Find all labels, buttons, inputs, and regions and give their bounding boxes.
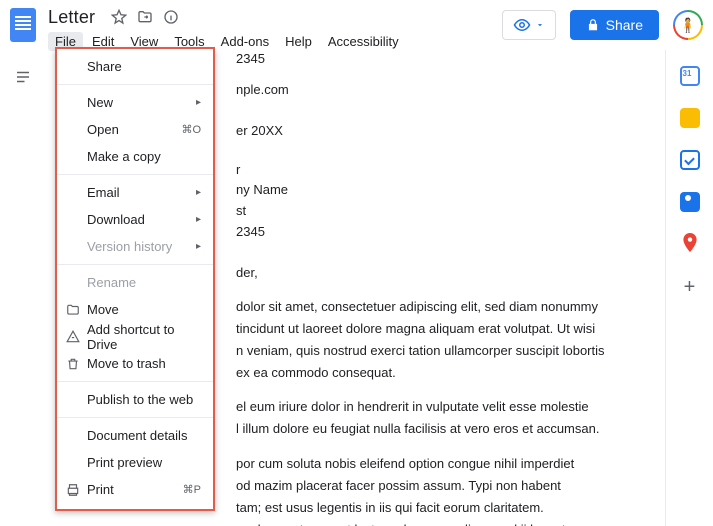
doc-text: el eum iriure dolor in hendrerit in vulp… — [236, 397, 645, 417]
eye-icon — [513, 16, 531, 34]
doc-text: dolor sit amet, consectetuer adipiscing … — [236, 297, 645, 317]
doc-text: 2345 — [236, 50, 645, 69]
share-button[interactable]: Share — [570, 10, 659, 40]
star-icon[interactable] — [111, 9, 127, 25]
menu-publish[interactable]: Publish to the web — [57, 386, 213, 413]
menu-print-preview[interactable]: Print preview — [57, 449, 213, 476]
trash-icon — [65, 356, 81, 372]
menu-rename: Rename — [57, 269, 213, 296]
account-avatar[interactable]: 🧍 — [673, 10, 703, 40]
outline-icon[interactable] — [14, 68, 32, 86]
menu-email[interactable]: Email▸ — [57, 179, 213, 206]
menu-addons[interactable]: Add-ons — [214, 32, 276, 51]
menu-help[interactable]: Help — [278, 32, 319, 51]
doc-text: der, — [236, 264, 645, 283]
chevron-right-icon: ▸ — [196, 97, 201, 108]
doc-text: r — [236, 161, 645, 180]
menu-accessibility[interactable]: Accessibility — [321, 32, 406, 51]
doc-text: por cum soluta nobis eleifend option con… — [236, 454, 645, 474]
doc-text: ny Name — [236, 181, 645, 200]
maps-icon[interactable] — [680, 234, 700, 254]
doc-text: er 20XX — [236, 122, 645, 141]
menu-print[interactable]: Print⌘P — [57, 476, 213, 503]
document-title[interactable]: Letter — [48, 7, 95, 28]
left-rail — [0, 50, 46, 526]
menu-make-copy[interactable]: Make a copy — [57, 143, 213, 170]
doc-text: tam; est usus legentis in iis qui facit … — [236, 498, 645, 518]
doc-text: n veniam, quis nostrud exerci tation ull… — [236, 341, 645, 361]
contacts-icon[interactable] — [680, 192, 700, 212]
print-icon — [65, 482, 81, 498]
menu-open[interactable]: Open⌘O — [57, 116, 213, 143]
shortcut-label: ⌘P — [183, 483, 201, 496]
menu-add-shortcut[interactable]: Add shortcut to Drive — [57, 323, 213, 350]
chevron-right-icon: ▸ — [196, 241, 201, 252]
shortcut-label: ⌘O — [181, 123, 201, 136]
menu-move-to-trash[interactable]: Move to trash — [57, 350, 213, 377]
chevron-right-icon: ▸ — [196, 187, 201, 198]
doc-text: od mazim placerat facer possim assum. Ty… — [236, 476, 645, 496]
doc-text: st — [236, 202, 645, 221]
tasks-icon[interactable] — [680, 150, 700, 170]
menu-new[interactable]: New▸ — [57, 89, 213, 116]
chevron-down-icon — [535, 20, 545, 30]
menu-share[interactable]: Share — [57, 53, 213, 80]
menu-version-history[interactable]: Version history▸ — [57, 233, 213, 260]
doc-text: tincidunt ut laoreet dolore magna aliqua… — [236, 319, 645, 339]
lock-icon — [586, 18, 600, 32]
doc-text: nple.com — [236, 81, 645, 100]
info-icon[interactable] — [163, 9, 179, 25]
menu-document-details[interactable]: Document details — [57, 422, 213, 449]
docs-logo[interactable] — [10, 8, 36, 42]
move-folder-icon[interactable] — [137, 9, 153, 25]
visibility-button[interactable] — [502, 10, 556, 40]
drive-shortcut-icon — [65, 329, 81, 345]
doc-text: l illum dolore eu feugiat nulla facilisi… — [236, 419, 645, 439]
doc-text: es demonstraverunt lectores legere me li… — [236, 520, 645, 526]
doc-text: ex ea commodo consequat. — [236, 363, 645, 383]
file-menu-dropdown: Share New▸ Open⌘O Make a copy Email▸ Dow… — [55, 49, 215, 511]
menu-move[interactable]: Move — [57, 296, 213, 323]
addons-plus-icon[interactable]: + — [684, 276, 696, 299]
side-panel: + — [665, 50, 713, 526]
keep-icon[interactable] — [680, 108, 700, 128]
menu-download[interactable]: Download▸ — [57, 206, 213, 233]
doc-text: 2345 — [236, 223, 645, 242]
calendar-icon[interactable] — [680, 66, 700, 86]
chevron-right-icon: ▸ — [196, 214, 201, 225]
folder-icon — [65, 302, 81, 318]
share-label: Share — [606, 17, 643, 33]
